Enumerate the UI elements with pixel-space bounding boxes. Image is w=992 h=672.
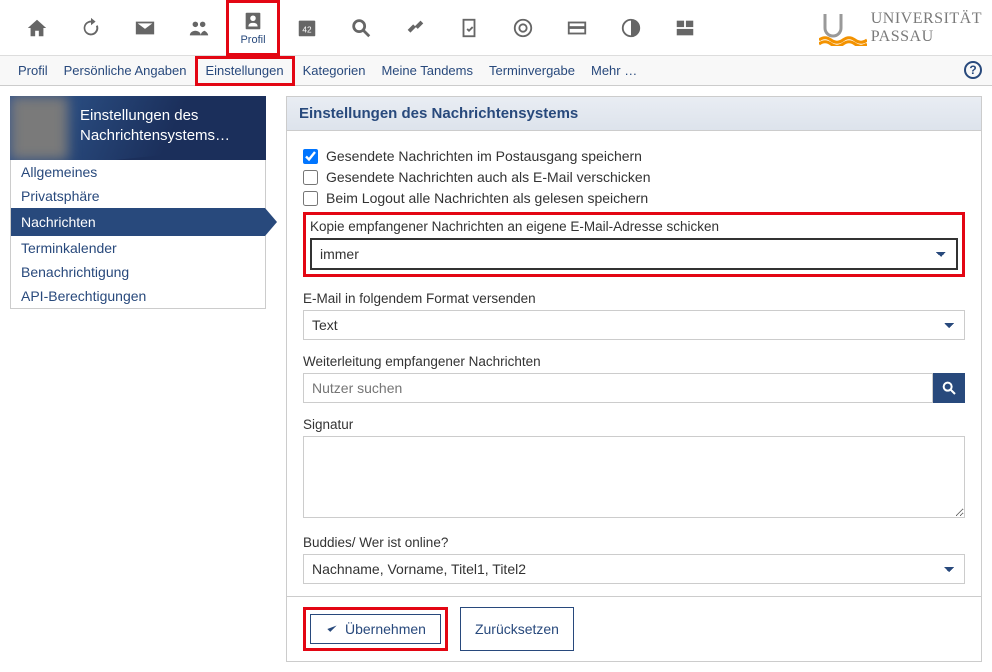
chk-save-outbox[interactable]: [303, 149, 318, 164]
contrast-icon[interactable]: [604, 0, 658, 56]
layout-icon[interactable]: [658, 0, 712, 56]
mail-icon[interactable]: [118, 0, 172, 56]
calendar-icon[interactable]: 42: [280, 0, 334, 56]
side-nav: Allgemeines Privatsphäre Nachrichten Ter…: [10, 160, 266, 309]
help-icon[interactable]: ?: [964, 61, 982, 79]
reset-button[interactable]: Zurücksetzen: [460, 607, 574, 651]
sidenav-general[interactable]: Allgemeines: [11, 160, 265, 184]
sidenav-notification[interactable]: Benachrichtigung: [11, 260, 265, 284]
subnav-more[interactable]: Mehr …: [583, 56, 645, 86]
format-select[interactable]: Text: [303, 310, 965, 340]
buddies-select[interactable]: Nachname, Vorname, Titel1, Titel2: [303, 554, 965, 584]
subnav-categories[interactable]: Kategorien: [295, 56, 374, 86]
page-title: Einstellungen des Nachrichtensystems…: [10, 96, 266, 160]
subnav-settings[interactable]: Einstellungen: [195, 56, 295, 86]
university-logo: UNIVERSITÄTPASSAU: [819, 10, 982, 46]
forward-search-button[interactable]: [933, 373, 965, 403]
forward-search-input[interactable]: [303, 373, 933, 403]
top-toolbar: Profil 42 UNIVERSITÄTPASSAU: [0, 0, 992, 56]
sidenav-messages[interactable]: Nachrichten: [11, 208, 265, 236]
reset-label: Zurücksetzen: [475, 621, 559, 637]
forward-label: Weiterleitung empfangener Nachrichten: [303, 354, 965, 369]
subnav-profil[interactable]: Profil: [10, 56, 56, 86]
sub-nav: Profil Persönliche Angaben Einstellungen…: [0, 56, 992, 86]
chk-send-email-label: Gesendete Nachrichten auch als E-Mail ve…: [326, 169, 651, 185]
page-title-text: Einstellungen des Nachrichtensystems…: [80, 106, 252, 145]
buddies-label: Buddies/ Wer ist online?: [303, 535, 965, 550]
clipboard-icon[interactable]: [442, 0, 496, 56]
card-icon[interactable]: [550, 0, 604, 56]
home-icon[interactable]: [10, 0, 64, 56]
settings-panel: Einstellungen des Nachrichtensystems Ges…: [286, 96, 982, 662]
tools-icon[interactable]: [388, 0, 442, 56]
logo-text: UNIVERSITÄTPASSAU: [871, 10, 982, 46]
panel-title: Einstellungen des Nachrichtensystems: [287, 97, 981, 131]
submit-label: Übernehmen: [345, 621, 426, 637]
profile-icon[interactable]: Profil: [226, 0, 280, 56]
format-label: E-Mail in folgendem Format versenden: [303, 291, 965, 306]
copy-select[interactable]: immer: [310, 238, 958, 270]
lifebuoy-icon[interactable]: [496, 0, 550, 56]
subnav-personal[interactable]: Persönliche Angaben: [56, 56, 195, 86]
copy-label: Kopie empfangener Nachrichten an eigene …: [306, 219, 962, 234]
svg-text:42: 42: [302, 25, 312, 34]
sidenav-privacy[interactable]: Privatsphäre: [11, 184, 265, 208]
signature-textarea[interactable]: [303, 436, 965, 518]
refresh-icon[interactable]: [64, 0, 118, 56]
community-icon[interactable]: [172, 0, 226, 56]
sidenav-calendar[interactable]: Terminkalender: [11, 236, 265, 260]
chk-logout-read[interactable]: [303, 191, 318, 206]
profile-label: Profil: [240, 34, 265, 46]
signature-label: Signatur: [303, 417, 965, 432]
submit-button[interactable]: Übernehmen: [310, 614, 441, 644]
chk-logout-read-label: Beim Logout alle Nachrichten als gelesen…: [326, 190, 648, 206]
chk-send-email[interactable]: [303, 170, 318, 185]
search-icon[interactable]: [334, 0, 388, 56]
subnav-appointments[interactable]: Terminvergabe: [481, 56, 583, 86]
subnav-tandems[interactable]: Meine Tandems: [373, 56, 481, 86]
chk-save-outbox-label: Gesendete Nachrichten im Postausgang spe…: [326, 148, 642, 164]
sidenav-api[interactable]: API-Berechtigungen: [11, 284, 265, 308]
